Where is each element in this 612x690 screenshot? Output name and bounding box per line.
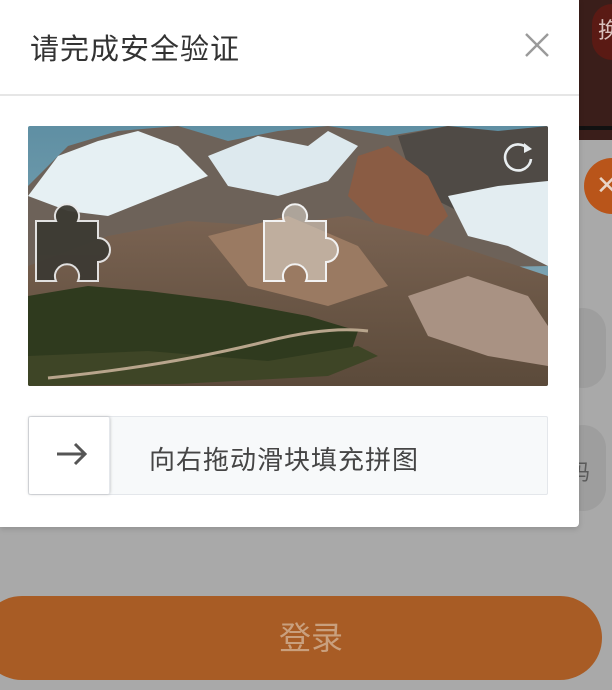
modal-header: 请完成安全验证 (0, 0, 579, 96)
arrow-right-icon (57, 442, 88, 466)
slider-track: 向右拖动滑块填充拼图 (28, 416, 548, 495)
modal-title: 请完成安全验证 (30, 32, 241, 66)
refresh-icon[interactable] (498, 137, 538, 177)
background-divider (578, 126, 612, 130)
background-badge: 换 (592, 4, 612, 60)
close-icon[interactable] (520, 28, 554, 62)
slider-instruction: 向右拖动滑块填充拼图 (149, 446, 420, 476)
puzzle-image (28, 126, 548, 386)
captcha-modal: 请完成安全验证 向右拖动滑块填充拼图 (0, 0, 579, 527)
background-close-icon: ✕ (584, 158, 612, 214)
login-button: 登录 (0, 596, 602, 680)
slider-handle[interactable] (29, 417, 110, 494)
background-banner: 换 (578, 0, 612, 140)
